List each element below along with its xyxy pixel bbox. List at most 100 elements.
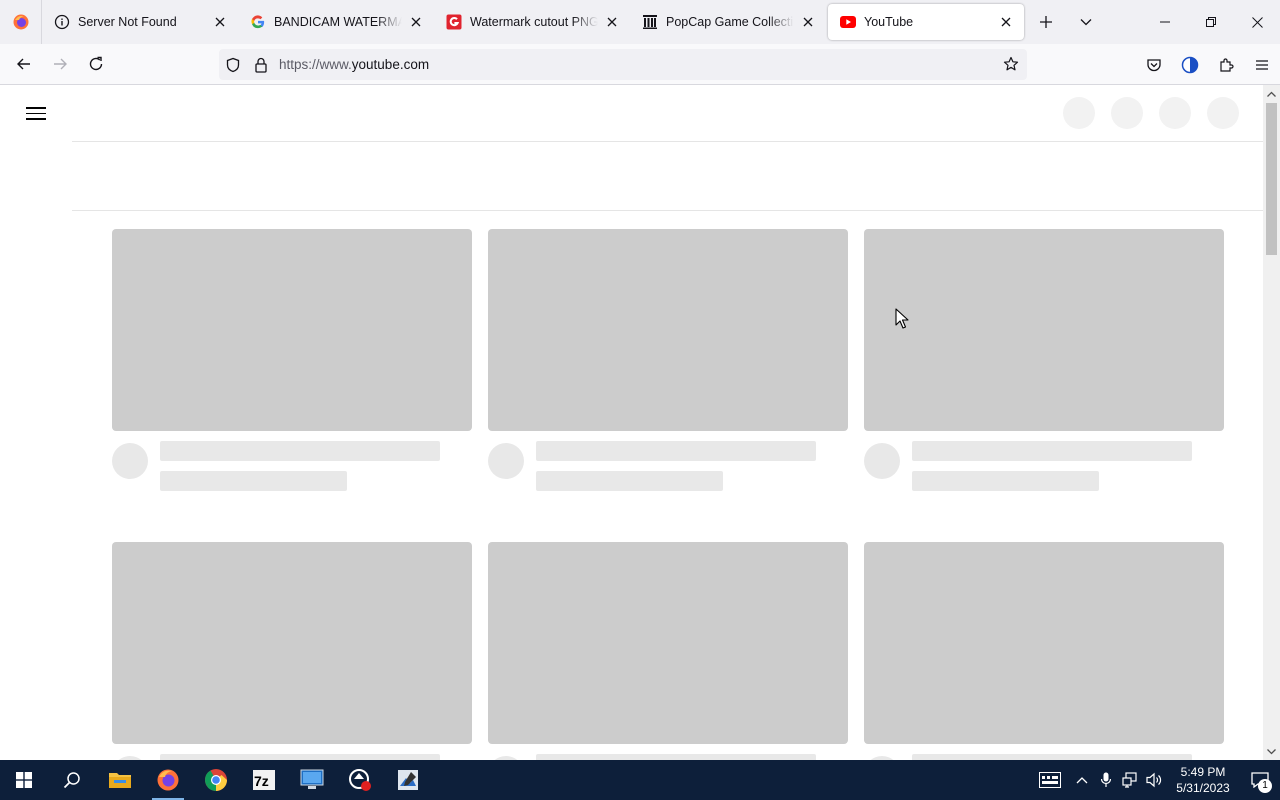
title-placeholder [160,441,440,461]
file-explorer-icon [109,773,131,788]
google-icon [250,14,266,30]
close-tab-icon[interactable] [212,14,228,30]
chips-divider [72,210,1263,211]
close-tab-icon[interactable] [604,14,620,30]
search-icon [63,772,80,789]
title-placeholder [536,441,816,461]
show-hidden-icons-chevron-icon[interactable] [1070,760,1094,800]
extensions-button[interactable] [1208,49,1244,81]
youtube-icon [840,14,856,30]
header-placeholder-circle [1111,97,1143,129]
video-card-placeholder [112,229,472,491]
bandicam-icon [349,769,371,791]
thumbnail-placeholder [488,229,848,431]
mouse-cursor-icon [895,308,909,329]
remote-desktop-icon [300,769,324,789]
tab-strip: Server Not Found BANDICAM WATERMARK Wate… [0,0,1280,44]
taskbar-firefox[interactable] [144,760,192,800]
clock-date: 5/31/2023 [1176,781,1230,795]
header-placeholder-circle [1207,97,1239,129]
bookmark-star-icon[interactable] [1003,56,1019,75]
puzzle-icon [1220,57,1234,72]
new-tab-button[interactable] [1026,0,1066,44]
chevron-down-icon [1080,19,1092,26]
clock-time: 5:49 PM [1180,765,1226,779]
tab-title: PopCap Game Collection [666,15,794,29]
tab-watermark-cutout[interactable]: Watermark cutout PNG & [434,0,630,44]
scroll-down-icon[interactable] [1263,743,1280,760]
app-menu-button[interactable] [1244,49,1280,81]
minimize-button[interactable] [1142,0,1188,44]
forward-button[interactable] [42,48,78,80]
header-divider [72,141,1263,142]
scroll-up-icon[interactable] [1263,85,1280,102]
windows-taskbar: 7z 5:49 PM 5/31/2023 1 [0,760,1280,800]
tab-title: Server Not Found [78,15,177,29]
video-card-placeholder [488,229,848,491]
tab-bandicam-watermark[interactable]: BANDICAM WATERMARK [238,0,434,44]
taskbar-image-editor[interactable] [384,760,432,800]
plus-icon [1040,16,1052,28]
dark-reader-button[interactable] [1172,49,1208,81]
close-tab-icon[interactable] [800,14,816,30]
info-icon [54,14,70,30]
system-tray: 5:49 PM 5/31/2023 1 [1030,760,1280,800]
reload-button[interactable] [78,48,114,80]
forward-arrow-icon [54,58,67,70]
meta-placeholder [912,471,1099,491]
meta-placeholder [160,471,347,491]
thumbnail-placeholder [488,542,848,744]
meta-placeholder [536,471,723,491]
restore-icon [1206,17,1216,27]
7zip-icon: 7z [253,770,275,790]
close-tab-icon[interactable] [408,14,424,30]
firefox-icon [157,769,179,791]
network-icon[interactable] [1118,760,1142,800]
action-center-button[interactable]: 1 [1240,760,1280,800]
menu-icon [1256,59,1268,70]
taskbar-bandicam[interactable] [336,760,384,800]
taskbar-clock[interactable]: 5:49 PM 5/31/2023 [1166,764,1240,796]
microphone-icon[interactable] [1094,760,1118,800]
close-window-button[interactable] [1234,0,1280,44]
restore-button[interactable] [1188,0,1234,44]
g-red-icon [446,14,462,30]
tab-popcap-game-collection[interactable]: PopCap Game Collection [630,0,826,44]
contrast-icon [1181,56,1199,73]
taskbar-chrome[interactable] [192,760,240,800]
thumbnail-placeholder [864,229,1224,431]
taskbar-7zip[interactable]: 7z [240,760,288,800]
image-editor-icon [398,770,418,790]
firefox-view-button[interactable] [0,0,42,44]
navigation-toolbar: https://www.youtube.com [0,44,1280,85]
tab-youtube[interactable]: YouTube [828,4,1024,40]
pocket-button[interactable] [1136,49,1172,81]
taskbar-remote-desktop[interactable] [288,760,336,800]
guide-menu-button[interactable] [24,103,48,123]
address-bar[interactable]: https://www.youtube.com [219,49,1027,80]
taskbar-file-explorer[interactable] [96,760,144,800]
scrollbar-thumb[interactable] [1266,103,1277,255]
tracking-protection-icon[interactable] [219,57,247,73]
thumbnail-placeholder [112,542,472,744]
search-button[interactable] [48,760,96,800]
svg-text:7z: 7z [254,773,269,789]
page-scrollbar[interactable] [1263,85,1280,760]
url-prefix: https://www. [279,57,352,72]
firefox-icon [13,14,28,30]
video-card-placeholder [864,229,1224,491]
start-button[interactable] [0,760,48,800]
keyboard-layout-icon[interactable] [1030,760,1070,800]
volume-icon[interactable] [1142,760,1166,800]
thumbnail-placeholder [864,542,1224,744]
close-tab-icon[interactable] [998,14,1014,30]
tab-server-not-found[interactable]: Server Not Found [42,0,238,44]
back-button[interactable] [6,48,42,80]
tab-title: YouTube [864,15,914,29]
lock-icon[interactable] [247,57,275,73]
url-host: youtube.com [351,57,430,72]
url-text: https://www.youtube.com [279,57,429,72]
video-card-placeholder [112,542,472,760]
title-placeholder [912,441,1192,461]
list-all-tabs-button[interactable] [1066,0,1106,44]
